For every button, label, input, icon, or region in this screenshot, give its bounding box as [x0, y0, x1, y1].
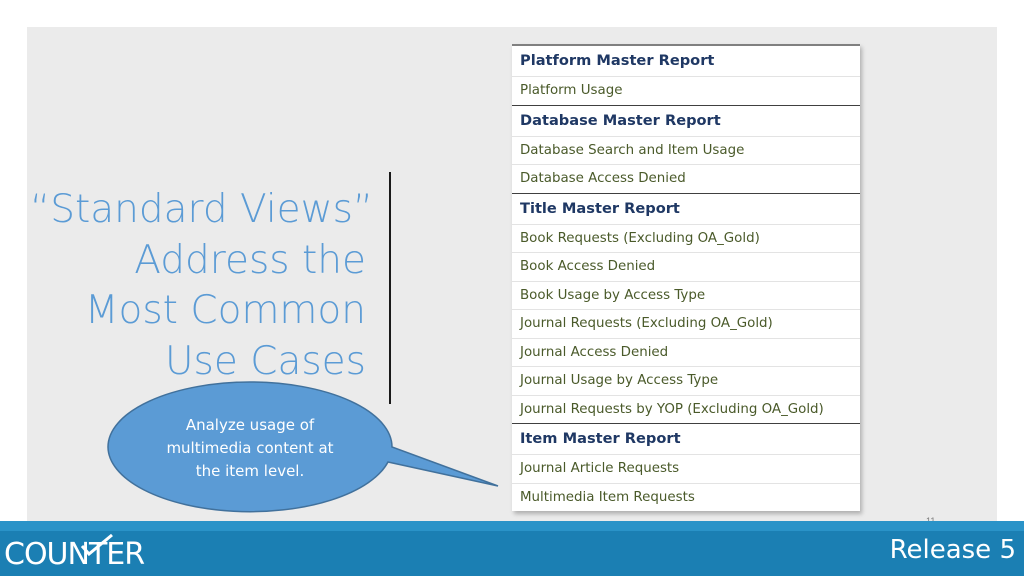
slide-title: “Standard Views” Address the Most Common…: [30, 185, 374, 387]
report-row: Journal Requests (Excluding OA_Gold): [512, 309, 860, 338]
callout-line: Analyze usage of: [185, 416, 315, 434]
report-section: Platform Master Report Platform Usage: [512, 46, 860, 106]
report-row: Journal Usage by Access Type: [512, 366, 860, 395]
vertical-divider: [389, 172, 391, 404]
footer-bar: COUNTER Release 5: [0, 521, 1024, 576]
release-label: Release 5: [889, 535, 1016, 565]
checkmark-icon: [80, 534, 113, 556]
report-row: Database Search and Item Usage: [512, 135, 860, 165]
callout-line: multimedia content at: [166, 439, 334, 457]
report-row: Book Access Denied: [512, 252, 860, 281]
logo-text: COUNTER: [4, 537, 145, 572]
report-header: Database Master Report: [520, 111, 721, 129]
title-line: Use Cases: [164, 338, 366, 384]
footer-strip: [0, 521, 1024, 531]
report-row: Platform Usage: [512, 76, 860, 105]
report-row: Database Access Denied: [512, 164, 860, 193]
counter-logo: COUNTER: [4, 534, 145, 572]
title-line: “Standard Views”: [30, 187, 374, 232]
report-row: Journal Requests by YOP (Excluding OA_Go…: [512, 394, 860, 424]
title-line: Most Common: [84, 288, 366, 333]
callout-text: Analyze usage of multimedia content at t…: [150, 414, 350, 483]
report-row: Book Usage by Access Type: [512, 280, 860, 310]
report-header: Item Master Report: [520, 430, 681, 447]
title-line: Address the: [134, 237, 366, 283]
report-header: Title Master Report: [520, 199, 680, 217]
report-section: Title Master Report Book Requests (Exclud…: [512, 194, 860, 424]
report-row: Journal Access Denied: [512, 337, 860, 367]
report-header: Platform Master Report: [520, 52, 715, 69]
master-reports-table: Platform Master Report Platform Usage Data…: [512, 44, 860, 511]
callout-line: the item level.: [195, 462, 305, 480]
report-row: Multimedia Item Requests: [512, 482, 860, 512]
report-row: Journal Article Requests: [512, 454, 860, 483]
report-row: Book Requests (Excluding OA_Gold): [512, 223, 860, 253]
report-section: Database Master Report Database Search an…: [512, 106, 860, 194]
report-section: Item Master Report Journal Article Reques…: [512, 424, 860, 511]
